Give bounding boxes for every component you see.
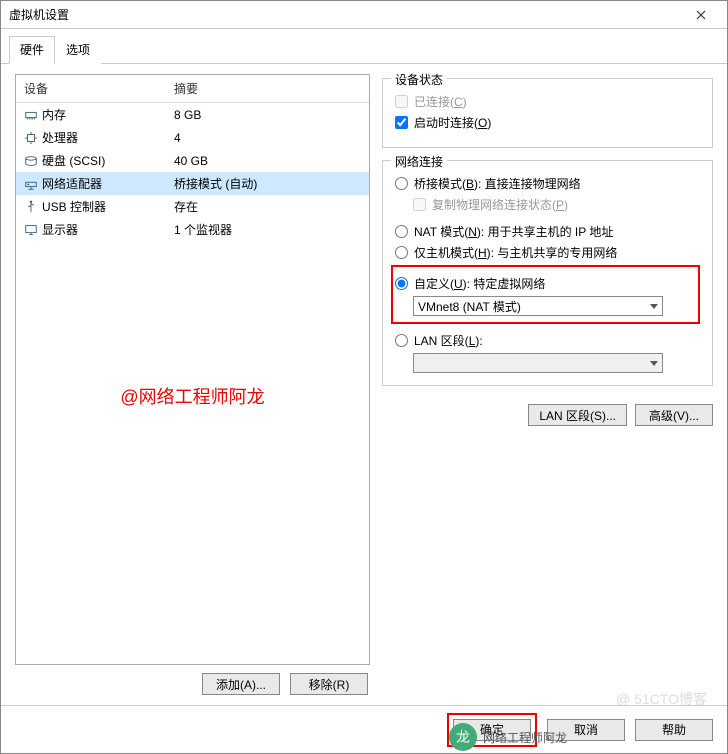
header-device: 设备: [16, 75, 166, 102]
lanseg-row[interactable]: LAN 区段(L):: [395, 332, 700, 349]
tab-options[interactable]: 选项: [55, 36, 101, 64]
custom-network-value: VMnet8 (NAT 模式): [418, 298, 521, 315]
add-button[interactable]: 添加(A)...: [202, 673, 280, 695]
custom-radio[interactable]: [395, 277, 408, 290]
table-row[interactable]: USB 控制器 存在: [16, 195, 369, 218]
avatar-icon: 龙: [449, 723, 477, 751]
net-icon: [24, 177, 38, 191]
titlebar: 虚拟机设置: [1, 1, 727, 29]
disk-icon: [24, 154, 38, 168]
hostonly-radio[interactable]: [395, 246, 408, 259]
lanseg-label: LAN 区段(L):: [414, 332, 483, 349]
connected-checkbox: [395, 95, 408, 108]
remove-button[interactable]: 移除(R): [290, 673, 368, 695]
lanseg-combo: [413, 353, 663, 373]
close-icon: [696, 10, 706, 20]
device-name: 处理器: [42, 129, 78, 146]
device-name: 显示器: [42, 221, 78, 238]
cell-summary: 存在: [166, 197, 369, 216]
help-button[interactable]: 帮助: [635, 719, 713, 741]
right-bottom-buttons: LAN 区段(S)... 高级(V)...: [382, 398, 713, 426]
header-summary: 摘要: [166, 75, 369, 102]
table-row[interactable]: 网络适配器 桥接模式 (自动): [16, 172, 369, 195]
table-header: 设备 摘要: [16, 75, 369, 103]
device-status-title: 设备状态: [391, 71, 447, 88]
memory-icon: [24, 108, 38, 122]
bridged-row[interactable]: 桥接模式(B): 直接连接物理网络: [395, 175, 700, 192]
watermark-text: @网络工程师阿龙: [16, 383, 369, 409]
cell-device: USB 控制器: [16, 197, 166, 216]
custom-label: 自定义(U): 特定虚拟网络: [414, 275, 545, 292]
connected-label: 已连接(C): [414, 93, 467, 110]
table-row[interactable]: 硬盘 (SCSI) 40 GB: [16, 149, 369, 172]
hostonly-label: 仅主机模式(H): 与主机共享的专用网络: [414, 244, 617, 261]
cpu-icon: [24, 131, 38, 145]
window-title: 虚拟机设置: [9, 6, 681, 23]
cell-summary: 8 GB: [166, 107, 369, 123]
device-table: 设备 摘要 内存 8 GB 处理器 4 硬盘 (SCSI) 40 GB 网络适配器 桥接模式 …: [15, 74, 370, 665]
bridged-label: 桥接模式(B): 直接连接物理网络: [414, 175, 581, 192]
author-name: 网络工程师阿龙: [483, 729, 567, 746]
connected-row: 已连接(C): [395, 93, 700, 110]
nat-label: NAT 模式(N): 用于共享主机的 IP 地址: [414, 223, 613, 240]
table-row[interactable]: 显示器 1 个监视器: [16, 218, 369, 241]
cell-summary: 4: [166, 130, 369, 146]
custom-highlight-frame: 自定义(U): 特定虚拟网络 VMnet8 (NAT 模式): [391, 265, 700, 324]
network-connection-title: 网络连接: [391, 153, 447, 170]
tab-hardware[interactable]: 硬件: [9, 36, 55, 64]
footer: 龙 网络工程师阿龙 确定 取消 帮助: [1, 705, 727, 753]
device-name: USB 控制器: [42, 198, 106, 215]
network-connection-group: 网络连接 桥接模式(B): 直接连接物理网络 复制物理网络连接状态(P) NAT…: [382, 160, 713, 386]
display-icon: [24, 223, 38, 237]
table-row[interactable]: 内存 8 GB: [16, 103, 369, 126]
cell-device: 处理器: [16, 128, 166, 147]
tab-bar: 硬件 选项: [1, 29, 727, 64]
content-area: 设备 摘要 内存 8 GB 处理器 4 硬盘 (SCSI) 40 GB 网络适配器 桥接模式 …: [1, 64, 727, 705]
bridged-radio[interactable]: [395, 177, 408, 190]
vm-settings-window: 虚拟机设置 硬件 选项 设备 摘要 内存 8 GB 处理器 4 硬盘 (SCSI) 40 …: [0, 0, 728, 754]
cell-summary: 1 个监视器: [166, 220, 369, 239]
cell-device: 硬盘 (SCSI): [16, 151, 166, 170]
connect-poweron-checkbox[interactable]: [395, 116, 408, 129]
replicate-checkbox: [413, 198, 426, 211]
device-name: 网络适配器: [42, 175, 102, 192]
lan-segments-button[interactable]: LAN 区段(S)...: [528, 404, 627, 426]
nat-row[interactable]: NAT 模式(N): 用于共享主机的 IP 地址: [395, 223, 700, 240]
cell-summary: 桥接模式 (自动): [166, 174, 369, 193]
advanced-button[interactable]: 高级(V)...: [635, 404, 713, 426]
connect-poweron-label: 启动时连接(O): [414, 114, 491, 131]
left-panel: 设备 摘要 内存 8 GB 处理器 4 硬盘 (SCSI) 40 GB 网络适配器 桥接模式 …: [15, 74, 370, 695]
hostonly-row[interactable]: 仅主机模式(H): 与主机共享的专用网络: [395, 244, 700, 261]
usb-icon: [24, 200, 38, 214]
device-status-group: 设备状态 已连接(C) 启动时连接(O): [382, 78, 713, 148]
left-button-row: 添加(A)... 移除(R): [15, 665, 370, 695]
right-panel: 设备状态 已连接(C) 启动时连接(O) 网络连接 桥接模式(B): 直接连接物…: [382, 74, 713, 695]
cell-device: 网络适配器: [16, 174, 166, 193]
close-button[interactable]: [681, 1, 721, 29]
custom-row[interactable]: 自定义(U): 特定虚拟网络: [395, 275, 696, 292]
nat-radio[interactable]: [395, 225, 408, 238]
cell-device: 内存: [16, 105, 166, 124]
replicate-label: 复制物理网络连接状态(P): [432, 196, 568, 213]
device-name: 硬盘 (SCSI): [42, 152, 105, 169]
device-name: 内存: [42, 106, 66, 123]
table-row[interactable]: 处理器 4: [16, 126, 369, 149]
connect-poweron-row[interactable]: 启动时连接(O): [395, 114, 700, 131]
cell-device: 显示器: [16, 220, 166, 239]
cell-summary: 40 GB: [166, 153, 369, 169]
lanseg-radio[interactable]: [395, 334, 408, 347]
table-body: 内存 8 GB 处理器 4 硬盘 (SCSI) 40 GB 网络适配器 桥接模式 (自动) US…: [16, 103, 369, 664]
custom-network-combo[interactable]: VMnet8 (NAT 模式): [413, 296, 663, 316]
author-float: 龙 网络工程师阿龙: [449, 723, 567, 751]
replicate-row: 复制物理网络连接状态(P): [413, 196, 700, 213]
